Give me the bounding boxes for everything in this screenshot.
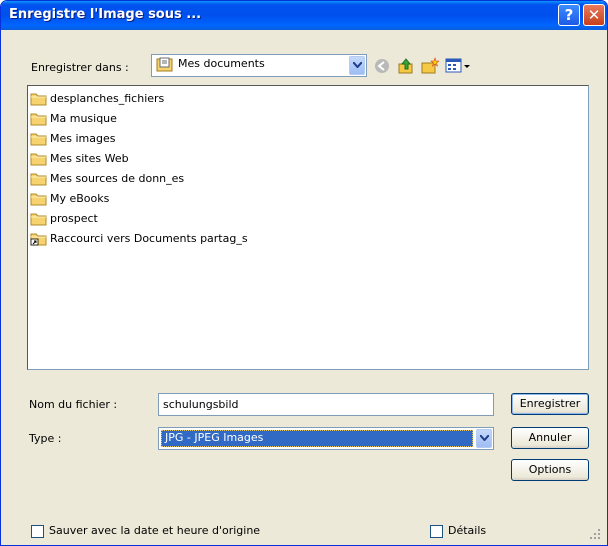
save-in-label: Enregistrer dans : bbox=[31, 61, 129, 74]
keep-date-checkbox[interactable] bbox=[31, 525, 44, 538]
resize-grip-icon[interactable] bbox=[589, 528, 601, 543]
close-icon: ✕ bbox=[587, 6, 601, 24]
filename-value: schulungsbild bbox=[163, 398, 239, 411]
list-item[interactable]: prospect bbox=[30, 209, 98, 228]
list-item[interactable]: My eBooks bbox=[30, 189, 109, 208]
list-item-label: prospect bbox=[50, 212, 98, 225]
folder-icon bbox=[30, 172, 48, 186]
options-button[interactable]: Options bbox=[511, 459, 589, 481]
list-item-label: Ma musique bbox=[50, 112, 117, 125]
save-image-dialog: Enregistre l'Image sous ... ? ✕ Enregist… bbox=[0, 0, 608, 546]
close-button[interactable]: ✕ bbox=[583, 4, 605, 26]
new-folder-icon[interactable] bbox=[421, 57, 440, 75]
filename-label: Nom du fichier : bbox=[29, 398, 118, 411]
folder-icon bbox=[30, 132, 48, 146]
list-item[interactable]: Mes sites Web bbox=[30, 149, 129, 168]
type-label: Type : bbox=[29, 432, 62, 445]
folder-icon bbox=[30, 92, 48, 106]
folder-icon bbox=[30, 112, 48, 126]
folder-shortcut-icon bbox=[30, 232, 48, 246]
type-value: JPG - JPEG Images bbox=[165, 431, 264, 444]
title-bar[interactable]: Enregistre l'Image sous ... ? ✕ bbox=[1, 1, 607, 30]
list-item-label: Raccourci vers Documents partag_s bbox=[50, 232, 248, 245]
documents-icon bbox=[156, 57, 174, 76]
list-item-label: Mes sources de donn_es bbox=[50, 172, 185, 185]
list-item-label: desplanches_fichiers bbox=[50, 92, 165, 105]
details-label: Détails bbox=[448, 524, 487, 537]
list-item[interactable]: Ma musique bbox=[30, 109, 117, 128]
save-in-value: Mes documents bbox=[178, 57, 265, 70]
question-mark-icon: ? bbox=[564, 6, 574, 24]
cancel-button[interactable]: Annuler bbox=[511, 427, 589, 449]
list-item[interactable]: Mes sources de donn_es bbox=[30, 169, 184, 188]
list-item-label: My eBooks bbox=[50, 192, 110, 205]
up-folder-icon[interactable] bbox=[397, 57, 415, 75]
dialog-title: Enregistre l'Image sous ... bbox=[9, 7, 202, 22]
chevron-down-icon[interactable] bbox=[349, 56, 365, 75]
folder-icon bbox=[30, 212, 48, 226]
dialog-body: Enregistrer dans : Mes documents desplan… bbox=[5, 30, 603, 545]
save-in-dropdown[interactable]: Mes documents bbox=[151, 54, 367, 77]
list-item[interactable]: Mes images bbox=[30, 129, 115, 148]
type-dropdown[interactable]: JPG - JPEG Images bbox=[158, 427, 494, 450]
list-item-label: Mes images bbox=[50, 132, 116, 145]
filename-input[interactable]: schulungsbild bbox=[158, 393, 494, 416]
details-checkbox[interactable] bbox=[430, 525, 443, 538]
chevron-down-icon[interactable] bbox=[476, 429, 492, 448]
help-button[interactable]: ? bbox=[558, 4, 580, 26]
folder-icon bbox=[30, 152, 48, 166]
save-button[interactable]: Enregistrer bbox=[511, 393, 589, 415]
list-item-label: Mes sites Web bbox=[50, 152, 129, 165]
list-item[interactable]: Raccourci vers Documents partag_s bbox=[30, 229, 248, 248]
folder-icon bbox=[30, 192, 48, 206]
file-list[interactable]: desplanches_fichiers Ma musique Mes images… bbox=[27, 85, 589, 370]
view-menu-icon[interactable] bbox=[445, 57, 471, 75]
keep-date-label: Sauver avec la date et heure d'origine bbox=[49, 524, 261, 537]
back-icon[interactable] bbox=[373, 57, 391, 75]
list-item[interactable]: desplanches_fichiers bbox=[30, 89, 164, 108]
